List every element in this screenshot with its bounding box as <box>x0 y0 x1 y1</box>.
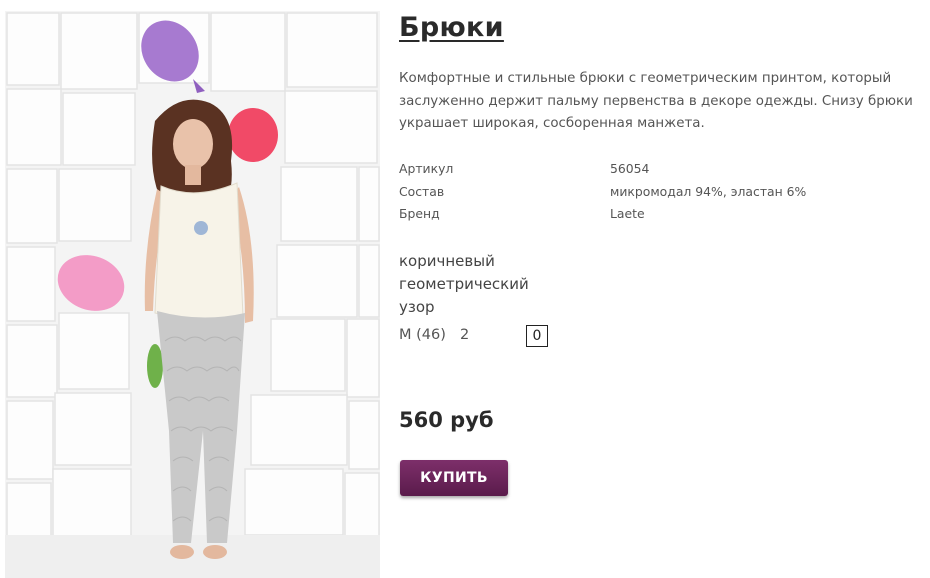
quantity-input[interactable] <box>526 325 548 347</box>
buy-button[interactable]: КУПИТЬ <box>400 460 508 496</box>
size-label: M (46) <box>399 327 446 343</box>
property-row-composition: Состав микромодал 94%, эластан 6% <box>399 184 819 207</box>
property-key: Бренд <box>399 206 440 221</box>
property-value: микромодал 94%, эластан 6% <box>610 183 807 199</box>
property-value: Laete <box>610 206 645 221</box>
property-value: 56054 <box>610 161 650 176</box>
product-title: Брюки <box>399 12 504 43</box>
property-key: Состав <box>399 183 445 199</box>
stock-count: 2 <box>460 327 470 343</box>
product-photo <box>5 11 380 578</box>
product-description: Комфортные и стильные брюки с геометриче… <box>399 71 913 131</box>
property-key: Артикул <box>399 161 454 176</box>
product-price: 560 руб <box>399 408 494 432</box>
size-row: M (46) 2 <box>399 325 559 347</box>
property-row-brand: Бренд Laete <box>399 206 819 229</box>
property-row-article: Артикул 56054 <box>399 161 819 184</box>
variant-name: коричневый геометрический узор <box>399 252 529 316</box>
product-properties: Артикул 56054 Состав микромодал 94%, эла… <box>399 161 819 229</box>
